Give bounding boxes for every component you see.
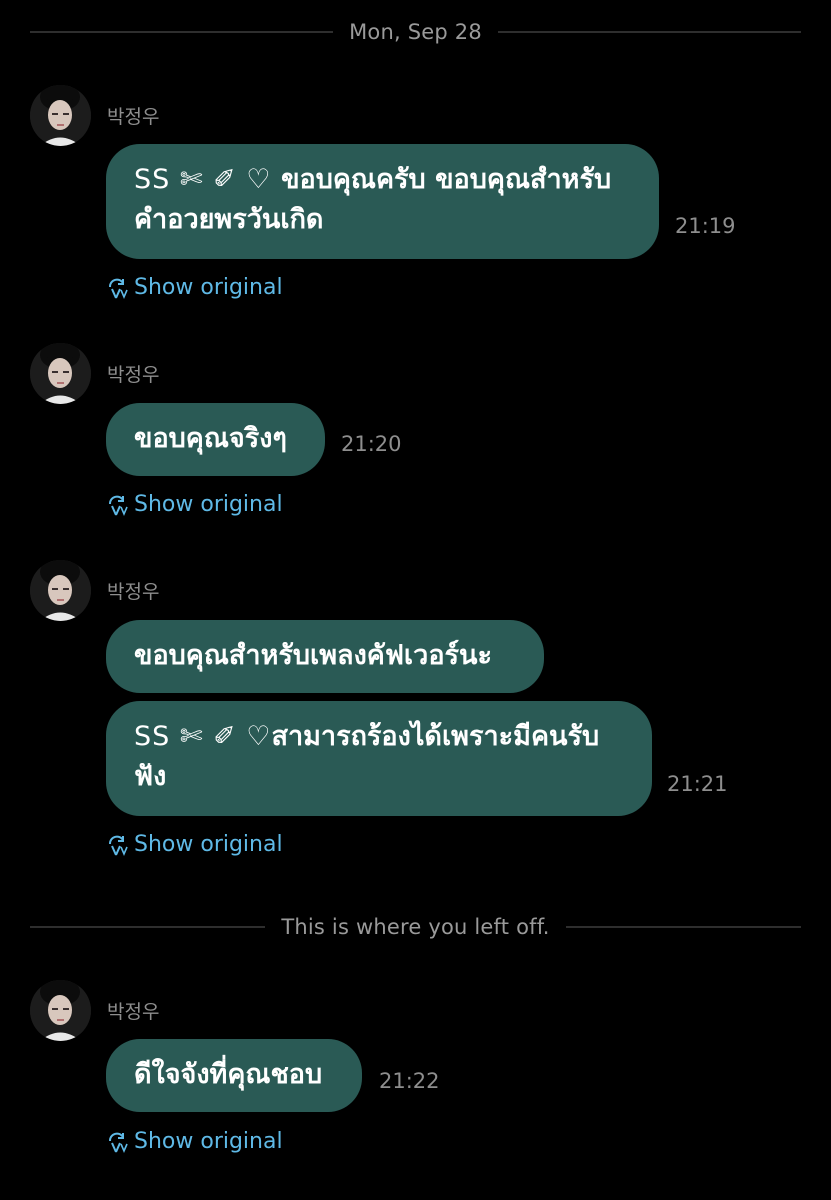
avatar[interactable] [30,560,91,621]
avatar-portrait-icon [30,560,91,621]
message-prefix: SS ✄ ✐ ♡ [134,721,272,752]
sender-name: 박정우 [107,364,160,386]
left-off-label: This is where you left off. [281,915,550,939]
message-time: 21:21 [667,772,728,796]
message-bubble[interactable]: SS ✄ ✐ ♡สามารถร้องได้เพราะมีคนรับฟัง [106,701,652,816]
avatar[interactable] [30,980,91,1041]
translate-icon [109,835,128,856]
message-bubble[interactable]: SS ✄ ✐ ♡ ขอบคุณครับ ขอบคุณสำหรับคำอวยพรว… [106,144,659,259]
message-time: 21:20 [341,432,402,456]
message-bubble[interactable]: ขอบคุณจริงๆ [106,403,325,476]
message-bubble[interactable]: ขอบคุณสำหรับเพลงคัฟเวอร์นะ [106,620,544,693]
show-original-label: Show original [134,492,283,517]
message-time: 21:19 [675,214,736,238]
divider-line [497,31,801,33]
show-original-link[interactable]: Show original [106,1129,283,1154]
divider-line [565,926,801,928]
avatar-portrait-icon [30,85,91,146]
date-label: Mon, Sep 28 [349,20,482,44]
show-original-link[interactable]: Show original [106,492,283,517]
left-off-divider: This is where you left off. [30,915,801,939]
translate-icon [109,495,128,516]
message-prefix: SS ✄ ✐ ♡ [134,164,282,195]
avatar[interactable] [30,85,91,146]
show-original-label: Show original [134,832,283,857]
sender-name: 박정우 [107,581,160,603]
translate-icon [109,1132,128,1153]
message-text: ขอบคุณจริงๆ [134,423,287,454]
avatar-portrait-icon [30,343,91,404]
date-divider: Mon, Sep 28 [30,20,801,44]
show-original-label: Show original [134,275,283,300]
show-original-link[interactable]: Show original [106,275,283,300]
show-original-label: Show original [134,1129,283,1154]
translate-icon [109,278,128,299]
message-text: ดีใจจังที่คุณชอบ [134,1059,323,1090]
message-text: ขอบคุณสำหรับเพลงคัฟเวอร์นะ [134,640,493,671]
message-time: 21:22 [379,1069,440,1093]
sender-name: 박정우 [107,106,160,128]
divider-line [30,31,334,33]
divider-line [30,926,266,928]
message-bubble[interactable]: ดีใจจังที่คุณชอบ [106,1039,362,1112]
avatar[interactable] [30,343,91,404]
avatar-portrait-icon [30,980,91,1041]
show-original-link[interactable]: Show original [106,832,283,857]
sender-name: 박정우 [107,1001,160,1023]
